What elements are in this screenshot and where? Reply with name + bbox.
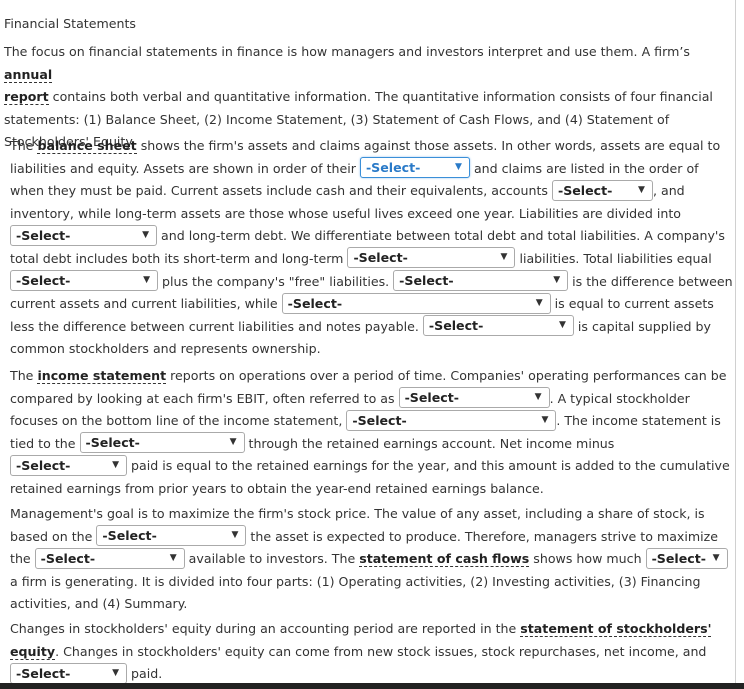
chevron-down-icon: ▼: [534, 392, 542, 403]
select-cash-generated[interactable]: -Select- ▼: [645, 547, 728, 569]
keyword-annual-report[interactable]: annual report: [4, 66, 53, 106]
chevron-down-icon: ▼: [455, 162, 462, 173]
chevron-down-icon: ▼: [231, 530, 239, 541]
chevron-down-icon: ▼: [169, 552, 177, 563]
select-net-working-capital[interactable]: -Select- ▼: [393, 270, 569, 292]
select-liabilities-division[interactable]: -Select- ▼: [10, 224, 157, 246]
window-bottom-edge: [0, 683, 744, 689]
balance-sheet-paragraph: The balance sheet shows the firm's asset…: [10, 138, 733, 357]
select-total-liabilities[interactable]: -Select- ▼: [10, 270, 158, 292]
select-net-operating-working-capital[interactable]: -Select- ▼: [281, 292, 551, 314]
chevron-down-icon: ▼: [229, 437, 237, 448]
chevron-down-icon: ▼: [112, 667, 119, 678]
income-statement-paragraph: The income statement reports on operatio…: [10, 368, 730, 496]
select-dividends[interactable]: -Select- ▼: [10, 454, 127, 476]
select-debt-type[interactable]: -Select- ▼: [347, 247, 516, 269]
select-accounts[interactable]: -Select- ▼: [551, 179, 653, 201]
chevron-down-icon: ▼: [535, 297, 543, 308]
chevron-down-icon: ▼: [558, 320, 566, 331]
content-frame: Financial Statements The focus on financ…: [0, 0, 736, 686]
stockholders-equity-paragraph: Changes in stockholders' equity during a…: [10, 618, 734, 686]
select-ebit-alias[interactable]: -Select- ▼: [398, 387, 550, 409]
select-asset-order[interactable]: -Select- ▼: [359, 157, 470, 179]
chevron-down-icon: ▼: [553, 275, 561, 286]
chevron-down-icon: ▼: [112, 459, 119, 470]
select-asset-value-basis[interactable]: -Select- ▼: [96, 525, 247, 547]
chevron-down-icon: ▼: [142, 229, 149, 240]
select-bottom-line[interactable]: -Select- ▼: [346, 409, 557, 431]
chevron-down-icon: ▼: [541, 414, 549, 425]
chevron-down-icon: ▼: [143, 275, 150, 286]
keyword-balance-sheet[interactable]: balance sheet: [37, 138, 137, 154]
select-tied-statement[interactable]: -Select- ▼: [79, 432, 245, 454]
chevron-down-icon: ▼: [638, 184, 645, 195]
cash-flows-paragraph: Management's goal is to maximize the fir…: [10, 503, 734, 616]
chevron-down-icon: ▼: [712, 552, 720, 563]
page-title: Financial Statements: [4, 16, 136, 31]
select-common-equity[interactable]: -Select- ▼: [422, 315, 574, 337]
select-equity-dividends[interactable]: -Select- ▼: [10, 662, 127, 684]
select-investor-cash[interactable]: -Select- ▼: [34, 547, 185, 569]
keyword-income-statement[interactable]: income statement: [37, 368, 167, 384]
chevron-down-icon: ▼: [500, 252, 508, 263]
keyword-statement-of-cash-flows[interactable]: statement of cash flows: [359, 551, 530, 568]
